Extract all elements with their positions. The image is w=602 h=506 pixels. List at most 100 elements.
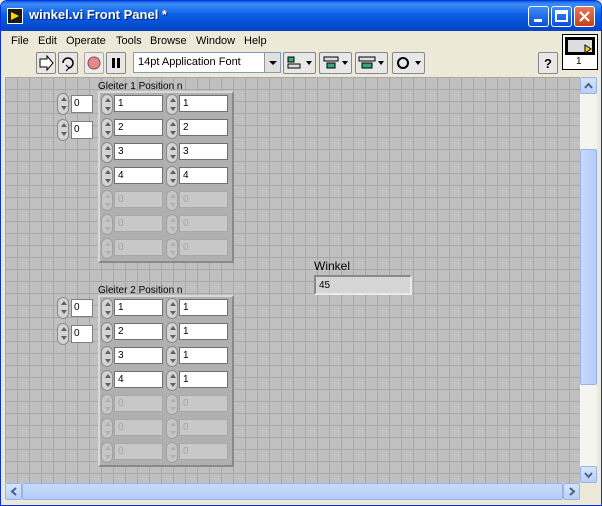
array-element[interactable]: 1	[166, 369, 230, 391]
chevron-down-icon[interactable]	[264, 53, 280, 72]
title-bar[interactable]: winkel.vi Front Panel *	[1, 1, 601, 31]
increment-decrement-icon[interactable]	[101, 118, 113, 139]
array-element-value[interactable]: 0	[179, 215, 228, 232]
increment-decrement-icon[interactable]	[166, 370, 178, 391]
menu-tools[interactable]: Tools	[116, 35, 142, 47]
scroll-right-button[interactable]	[563, 483, 580, 500]
increment-decrement-icon[interactable]	[101, 394, 113, 415]
array-element-value[interactable]: 0	[179, 239, 228, 256]
array-element[interactable]: 3	[101, 141, 165, 163]
horizontal-scroll-thumb[interactable]	[22, 483, 563, 500]
increment-decrement-icon[interactable]	[166, 142, 178, 163]
menu-operate[interactable]: Operate	[66, 35, 106, 47]
increment-decrement-icon[interactable]	[57, 297, 69, 319]
increment-decrement-icon[interactable]	[166, 346, 178, 367]
array-element-value[interactable]: 3	[179, 143, 228, 160]
array-index-control[interactable]: 0	[57, 323, 97, 345]
menu-window[interactable]: Window	[196, 35, 235, 47]
increment-decrement-icon[interactable]	[166, 190, 178, 211]
array-element-value[interactable]: 2	[114, 119, 163, 136]
array-element[interactable]: 4	[101, 165, 165, 187]
array-element[interactable]: 1	[166, 345, 230, 367]
horizontal-scrollbar[interactable]	[5, 483, 580, 500]
array-index-value[interactable]: 0	[71, 299, 93, 317]
array-element-value[interactable]: 4	[114, 167, 163, 184]
pause-button[interactable]	[106, 52, 126, 74]
increment-decrement-icon[interactable]	[166, 322, 178, 343]
array-element-value[interactable]: 0	[114, 215, 163, 232]
increment-decrement-icon[interactable]	[101, 238, 113, 259]
array-element-value[interactable]: 0	[179, 443, 228, 460]
array-element[interactable]: 1	[101, 297, 165, 319]
run-continuously-button[interactable]	[58, 52, 78, 74]
increment-decrement-icon[interactable]	[166, 214, 178, 235]
array-element[interactable]: 0	[166, 237, 230, 259]
scroll-left-button[interactable]	[5, 483, 22, 500]
menu-file[interactable]: File	[11, 35, 29, 47]
array-element[interactable]: 0	[166, 213, 230, 235]
increment-decrement-icon[interactable]	[57, 119, 69, 141]
array-index-control[interactable]: 0	[57, 93, 97, 115]
menu-help[interactable]: Help	[244, 35, 267, 47]
array-element[interactable]: 4	[101, 369, 165, 391]
array-element[interactable]: 0	[166, 441, 230, 463]
menu-edit[interactable]: Edit	[38, 35, 57, 47]
array-element-value[interactable]: 1	[179, 299, 228, 316]
array-element-value[interactable]: 0	[114, 239, 163, 256]
increment-decrement-icon[interactable]	[166, 442, 178, 463]
increment-decrement-icon[interactable]	[101, 418, 113, 439]
array-element[interactable]: 1	[101, 93, 165, 115]
vertical-scroll-thumb[interactable]	[580, 149, 597, 385]
increment-decrement-icon[interactable]	[166, 94, 178, 115]
context-help-button[interactable]: ?	[538, 52, 558, 74]
increment-decrement-icon[interactable]	[166, 238, 178, 259]
increment-decrement-icon[interactable]	[57, 323, 69, 345]
array-element[interactable]: 0	[101, 237, 165, 259]
array-element[interactable]: 0	[101, 189, 165, 211]
array-element[interactable]: 0	[166, 417, 230, 439]
array-element[interactable]: 3	[166, 141, 230, 163]
array-element-value[interactable]: 2	[179, 119, 228, 136]
array-element[interactable]: 1	[166, 93, 230, 115]
maximize-button[interactable]	[551, 6, 572, 27]
menu-browse[interactable]: Browse	[150, 35, 187, 47]
array-element-value[interactable]: 1	[114, 95, 163, 112]
increment-decrement-icon[interactable]	[101, 94, 113, 115]
array-element-value[interactable]: 0	[179, 419, 228, 436]
font-selector-dropdown[interactable]: 14pt Application Font	[133, 52, 281, 73]
labview-app-icon[interactable]	[7, 8, 23, 24]
array-element[interactable]: 1	[166, 321, 230, 343]
run-button[interactable]	[36, 52, 56, 74]
array-element-value[interactable]: 0	[114, 395, 163, 412]
vi-connector-icon[interactable]: 1	[562, 34, 598, 70]
increment-decrement-icon[interactable]	[101, 166, 113, 187]
increment-decrement-icon[interactable]	[101, 190, 113, 211]
array-element-value[interactable]: 0	[114, 443, 163, 460]
array-element[interactable]: 0	[101, 417, 165, 439]
increment-decrement-icon[interactable]	[101, 298, 113, 319]
array-element[interactable]: 2	[101, 321, 165, 343]
array-element[interactable]: 0	[101, 213, 165, 235]
array-element[interactable]: 2	[101, 117, 165, 139]
increment-decrement-icon[interactable]	[101, 214, 113, 235]
array-element[interactable]: 1	[166, 297, 230, 319]
array-element-value[interactable]: 1	[179, 95, 228, 112]
increment-decrement-icon[interactable]	[101, 442, 113, 463]
array-index-value[interactable]: 0	[71, 95, 93, 113]
increment-decrement-icon[interactable]	[101, 322, 113, 343]
array-index-value[interactable]: 0	[71, 121, 93, 139]
array-element[interactable]: 0	[166, 189, 230, 211]
array-element[interactable]: 0	[101, 393, 165, 415]
increment-decrement-icon[interactable]	[57, 93, 69, 115]
increment-decrement-icon[interactable]	[166, 418, 178, 439]
array-element-value[interactable]: 0	[179, 395, 228, 412]
increment-decrement-icon[interactable]	[166, 298, 178, 319]
close-button[interactable]	[574, 6, 595, 27]
array-element-value[interactable]: 1	[179, 323, 228, 340]
reorder-button[interactable]	[392, 52, 425, 74]
increment-decrement-icon[interactable]	[101, 346, 113, 367]
increment-decrement-icon[interactable]	[166, 118, 178, 139]
array-element-value[interactable]: 4	[179, 167, 228, 184]
front-panel-canvas[interactable]: Gleiter 1 Position n 0011223344000000 Gl…	[5, 77, 580, 483]
array-element[interactable]: 0	[166, 393, 230, 415]
